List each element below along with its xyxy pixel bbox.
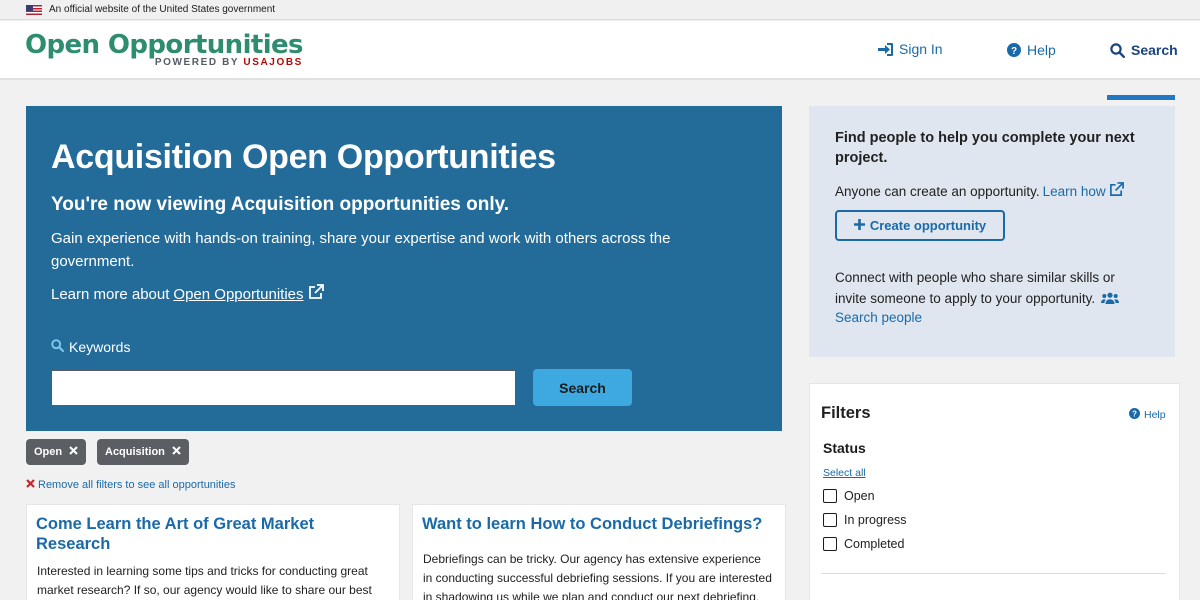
logo-powered-text: POWERED BY — [154, 57, 239, 68]
site-logo[interactable]: Open Opportunities POWERED BY USAJOBS — [25, 30, 304, 68]
filters-help-link[interactable]: ? Help — [1129, 408, 1166, 422]
search-icon — [51, 339, 64, 355]
filter-chip-label: Acquisition — [105, 446, 165, 458]
create-opportunity-button[interactable]: Create opportunity — [835, 210, 1005, 241]
nav-active-indicator — [1107, 95, 1175, 100]
logo-brand: USAJOBS — [243, 57, 303, 68]
checkbox[interactable] — [823, 513, 837, 527]
hero-panel: Acquisition Open Opportunities You're no… — [26, 106, 782, 431]
opportunity-card: Want to learn How to Conduct Debriefings… — [412, 504, 786, 600]
status-heading: Status — [823, 440, 866, 456]
learn-more-prefix: Learn more about — [51, 285, 170, 303]
remove-all-filters-label: Remove all filters to see all opportunit… — [38, 479, 236, 491]
nav-search[interactable]: Search — [1110, 42, 1178, 58]
svg-text:?: ? — [1011, 46, 1017, 57]
filter-chip-label: Open — [34, 446, 63, 458]
search-people-link[interactable]: Search people — [835, 310, 922, 325]
side-connect-text: Connect with people who share similar sk… — [835, 267, 1135, 310]
filters-help-label: Help — [1144, 409, 1166, 421]
question-circle-icon: ? — [1007, 43, 1021, 57]
nav-help-label: Help — [1027, 42, 1056, 58]
nav-sign-in[interactable]: Sign In — [878, 41, 943, 57]
hero-learn-more: Learn more about Open Opportunities — [51, 284, 324, 304]
status-option-open[interactable]: Open — [823, 489, 875, 503]
users-icon — [1100, 289, 1119, 310]
side-panel-heading: Find people to help you complete your ne… — [835, 130, 1135, 166]
question-circle-icon: ? — [1129, 408, 1140, 422]
checkbox[interactable] — [823, 537, 837, 551]
status-option-label: In progress — [844, 513, 907, 527]
nav-sign-in-label: Sign In — [899, 41, 943, 57]
hero-subtitle: You're now viewing Acquisition opportuni… — [51, 194, 510, 215]
nav-help[interactable]: ? Help — [1007, 42, 1056, 58]
open-opportunities-link[interactable]: Open Opportunities — [173, 286, 303, 303]
opportunity-description: Debriefings can be tricky. Our agency ha… — [423, 552, 772, 600]
close-icon[interactable] — [69, 446, 78, 458]
status-option-label: Completed — [844, 537, 905, 551]
status-option-completed[interactable]: Completed — [823, 537, 904, 551]
learn-how-link[interactable]: Learn how — [1043, 184, 1106, 199]
filters-divider — [821, 573, 1166, 574]
filter-chip-acquisition[interactable]: Acquisition — [97, 439, 189, 465]
create-opportunity-panel: Find people to help you complete your ne… — [809, 106, 1175, 357]
opportunity-title-link[interactable]: Want to learn How to Conduct Debriefings… — [422, 514, 782, 534]
status-option-label: Open — [844, 489, 875, 503]
sign-in-icon — [878, 42, 893, 56]
search-button[interactable]: Search — [533, 369, 632, 406]
gov-banner: An official website of the United States… — [0, 0, 1200, 20]
close-icon[interactable] — [172, 446, 181, 458]
us-flag-icon — [26, 4, 42, 15]
side-anyone-text: Anyone can create an opportunity. Learn … — [835, 182, 1124, 200]
keywords-label: Keywords — [51, 339, 130, 355]
gov-banner-text: An official website of the United States… — [49, 4, 276, 15]
filters-title: Filters — [821, 404, 871, 422]
svg-text:?: ? — [1132, 410, 1137, 419]
connect-text: Connect with people who share similar sk… — [835, 270, 1115, 306]
opportunity-title-link[interactable]: Come Learn the Art of Great Market Resea… — [36, 514, 366, 554]
site-header: Open Opportunities POWERED BY USAJOBS Si… — [0, 21, 1200, 100]
filters-panel: Filters ? Help Status Select all Open In… — [809, 383, 1180, 600]
nav-search-label: Search — [1131, 42, 1178, 58]
external-link-icon — [1109, 182, 1124, 200]
checkbox[interactable] — [823, 489, 837, 503]
keywords-label-text: Keywords — [69, 339, 131, 355]
logo-title: Open Opportunities — [25, 30, 304, 60]
keywords-input[interactable] — [51, 370, 516, 406]
hero-description: Gain experience with hands-on training, … — [51, 230, 671, 270]
plus-icon — [853, 218, 865, 233]
hero-title: Acquisition Open Opportunities — [51, 138, 556, 176]
close-icon — [26, 479, 35, 491]
status-option-in-progress[interactable]: In progress — [823, 513, 907, 527]
opportunity-description: Interested in learning some tips and tri… — [37, 564, 372, 597]
search-icon — [1110, 42, 1125, 58]
external-link-icon — [308, 284, 324, 304]
remove-all-filters-link[interactable]: Remove all filters to see all opportunit… — [26, 479, 235, 491]
filter-chip-open[interactable]: Open — [26, 439, 87, 465]
opportunity-card: Come Learn the Art of Great Market Resea… — [26, 504, 400, 600]
create-opportunity-label: Create opportunity — [869, 218, 987, 233]
anyone-create-text: Anyone can create an opportunity. — [835, 183, 1040, 199]
select-all-link[interactable]: Select all — [823, 467, 866, 479]
